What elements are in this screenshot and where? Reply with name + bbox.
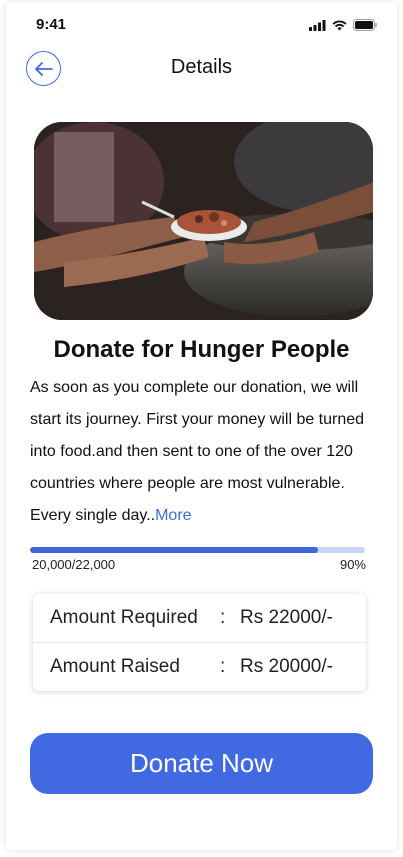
amount-raised-value: Rs 20000/- <box>240 656 333 677</box>
donate-now-button[interactable]: Donate Now <box>30 733 373 794</box>
phone-screen: 9:41 Details Donate for Hunger People As… <box>6 2 397 850</box>
amount-raised-separator: : <box>220 656 226 677</box>
status-icons <box>309 18 377 32</box>
description-text: As soon as you complete our donation, we… <box>30 379 365 524</box>
page-title: Details <box>170 56 233 78</box>
hero-image <box>34 122 373 320</box>
progress-amount: 20,000/22,000 <box>32 557 116 572</box>
amount-raised-row: Amount Raised : Rs 20000/- <box>33 642 366 691</box>
wifi-icon <box>332 20 347 30</box>
battery-icon <box>353 19 377 31</box>
amount-required-label: Amount Required <box>50 607 198 628</box>
hands-sharing-food-photo <box>34 122 373 320</box>
progress-fill <box>30 547 319 553</box>
amount-raised-label: Amount Raised <box>50 656 180 677</box>
campaign-title: Donate for Hunger People <box>53 336 350 363</box>
campaign-description: As soon as you complete our donation, we… <box>30 372 376 532</box>
more-link[interactable]: More <box>155 507 191 524</box>
progress-bar <box>30 547 365 553</box>
status-bar: 9:41 <box>6 2 397 46</box>
amount-required-value: Rs 22000/- <box>240 607 333 628</box>
amount-card: Amount Required : Rs 22000/- Amount Rais… <box>33 594 366 691</box>
signal-icon <box>309 19 326 31</box>
amount-required-row: Amount Required : Rs 22000/- <box>33 594 366 642</box>
progress-percent: 90% <box>339 557 366 572</box>
amount-required-separator: : <box>220 607 226 628</box>
status-time: 9:41 <box>36 16 67 33</box>
